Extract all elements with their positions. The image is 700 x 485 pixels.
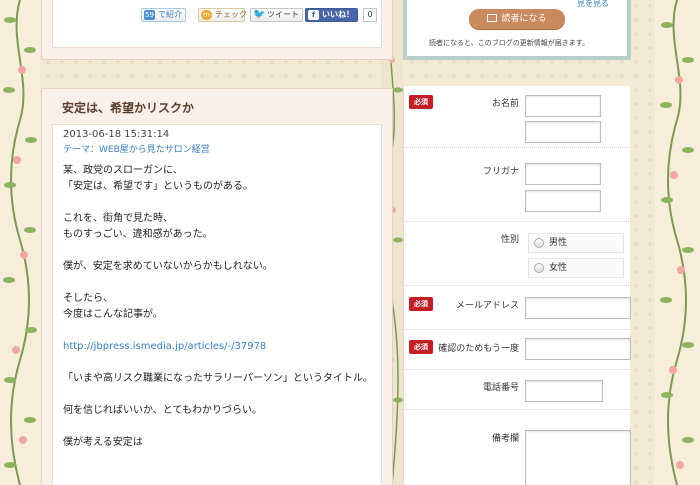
share-card: 59 で紹介 m チェック 🐦 ツイート f いいね！ 0 bbox=[41, 0, 393, 60]
form-row-furigana: フリガナ bbox=[404, 148, 631, 222]
facebook-like-button[interactable]: f いいね！ bbox=[305, 8, 358, 22]
article-line: 僕が、安定を求めていないからかもしれない。 bbox=[63, 261, 273, 272]
article-paragraph: これを、街角で見た時、 ものすっごい、違和感があった。 bbox=[63, 211, 373, 243]
article-title[interactable]: 安定は、希望かリスクか bbox=[62, 99, 194, 116]
first-name-input[interactable] bbox=[525, 121, 601, 143]
gender-female-radio[interactable]: 女性 bbox=[528, 258, 624, 278]
remarks-textarea[interactable] bbox=[525, 430, 631, 485]
email-input[interactable] bbox=[525, 297, 631, 319]
required-badge: 必須 bbox=[409, 297, 433, 311]
facebook-icon: f bbox=[308, 10, 319, 20]
article-paragraph: 僕が考える安定は bbox=[63, 437, 143, 448]
form-row-phone: 電話番号 bbox=[404, 370, 631, 410]
book-icon bbox=[487, 14, 498, 22]
contact-form: 必須 お名前 フリガナ 性別 男性 女性 必須 メールアドレス 必須 確認のため… bbox=[403, 86, 631, 485]
last-name-input[interactable] bbox=[525, 95, 601, 117]
article-line: 今度はこんな記事が。 bbox=[63, 309, 163, 320]
article-card: 安定は、希望かリスクか 2013-06-18 15:31:14 テーマ：WEB屋… bbox=[41, 88, 393, 485]
article-entry: 2013-06-18 15:31:14 テーマ：WEB屋から見たサロン経営 某、… bbox=[52, 124, 382, 485]
ameba-share-button[interactable]: 59 で紹介 bbox=[141, 8, 186, 22]
share-bar: 59 で紹介 m チェック 🐦 ツイート f いいね！ 0 bbox=[52, 0, 382, 48]
article-line: 「安定は、希望です」というものがある。 bbox=[63, 181, 253, 192]
phone-input[interactable] bbox=[525, 380, 603, 402]
become-reader-label: 読者になる bbox=[501, 14, 547, 24]
phone-label: 電話番号 bbox=[482, 383, 519, 393]
radio-icon bbox=[534, 238, 544, 248]
article-paragraph: 何を信じればいいか、とてもわかりづらい。 bbox=[63, 405, 262, 416]
article-body: 某、政党のスローガンに、 「安定は、希望です」というものがある。 これを、街角で… bbox=[63, 163, 373, 467]
article-line: ものすっごい、違和感があった。 bbox=[63, 229, 213, 240]
article-line: そしたら、 bbox=[63, 293, 113, 304]
radio-icon bbox=[534, 263, 544, 273]
article-paragraph: そしたら、 今度はこんな記事が。 bbox=[63, 291, 373, 323]
article-line: 某、政党のスローガンに、 bbox=[63, 165, 183, 176]
email-confirm-input[interactable] bbox=[525, 338, 631, 360]
gender-female-label: 女性 bbox=[549, 263, 568, 273]
gender-label: 性別 bbox=[500, 235, 519, 245]
twitter-bird-icon: 🐦 bbox=[253, 9, 266, 20]
ameba-icon: 59 bbox=[144, 10, 155, 20]
facebook-like-label: いいね！ bbox=[322, 10, 354, 19]
remarks-label: 備考欄 bbox=[491, 434, 519, 444]
furigana-label: フリガナ bbox=[482, 167, 519, 177]
reader-note: 読者になると、このブログの更新情報が届きます。 bbox=[429, 39, 590, 47]
gender-male-label: 男性 bbox=[549, 238, 568, 248]
form-row-gender: 性別 男性 女性 bbox=[404, 222, 631, 286]
first-name-kana-input[interactable] bbox=[525, 190, 601, 212]
vine-border-left bbox=[0, 0, 40, 485]
article-link[interactable]: http://jbpress.ismedia.jp/articles/-/379… bbox=[63, 341, 266, 352]
become-reader-button[interactable]: 読者になる bbox=[469, 9, 565, 29]
article-theme: テーマ：WEB屋から見たサロン経営 bbox=[63, 142, 210, 155]
article-paragraph: 某、政党のスローガンに、 「安定は、希望です」というものがある。 bbox=[63, 163, 373, 195]
mixi-check-label: チェック bbox=[215, 10, 247, 19]
email-confirm-label: 確認のためもう一度 bbox=[438, 344, 519, 354]
article-paragraph: 僕が、安定を求めていないからかもしれない。 bbox=[63, 259, 373, 275]
form-row-remarks: 備考欄 bbox=[404, 410, 631, 485]
gender-male-radio[interactable]: 男性 bbox=[528, 233, 624, 253]
required-badge: 必須 bbox=[409, 95, 433, 109]
like-count: 0 bbox=[363, 8, 377, 22]
article-quote: 「いまや高リスク職業になったサラリーパーソン」というタイトル。 bbox=[63, 373, 373, 384]
name-label: お名前 bbox=[491, 99, 519, 109]
reader-box: 見を見る 読者になる 読者になると、このブログの更新情報が届きます。 bbox=[403, 0, 631, 60]
article-date: 2013-06-18 15:31:14 bbox=[63, 129, 170, 140]
tweet-label: ツイート bbox=[267, 10, 299, 19]
reader-top-link[interactable]: 見を見る bbox=[577, 0, 609, 9]
mixi-icon: m bbox=[201, 10, 212, 20]
form-row-email-confirm: 必須 確認のためもう一度 bbox=[404, 330, 631, 370]
theme-link[interactable]: WEB屋から見たサロン経営 bbox=[99, 145, 210, 155]
last-name-kana-input[interactable] bbox=[525, 163, 601, 185]
email-label: メールアドレス bbox=[455, 301, 519, 311]
required-badge: 必須 bbox=[409, 340, 433, 354]
tweet-button[interactable]: 🐦 ツイート bbox=[250, 8, 303, 22]
ameba-share-label: で紹介 bbox=[158, 10, 182, 19]
theme-label: テーマ： bbox=[63, 145, 100, 155]
mixi-check-button[interactable]: m チェック bbox=[198, 8, 247, 22]
form-row-name: 必須 お名前 bbox=[404, 86, 631, 148]
article-line: これを、街角で見た時、 bbox=[63, 213, 173, 224]
form-row-email: 必須 メールアドレス bbox=[404, 286, 631, 330]
article-paragraph: http://jbpress.ismedia.jp/articles/-/379… bbox=[63, 339, 373, 355]
vine-border-right bbox=[655, 0, 700, 485]
